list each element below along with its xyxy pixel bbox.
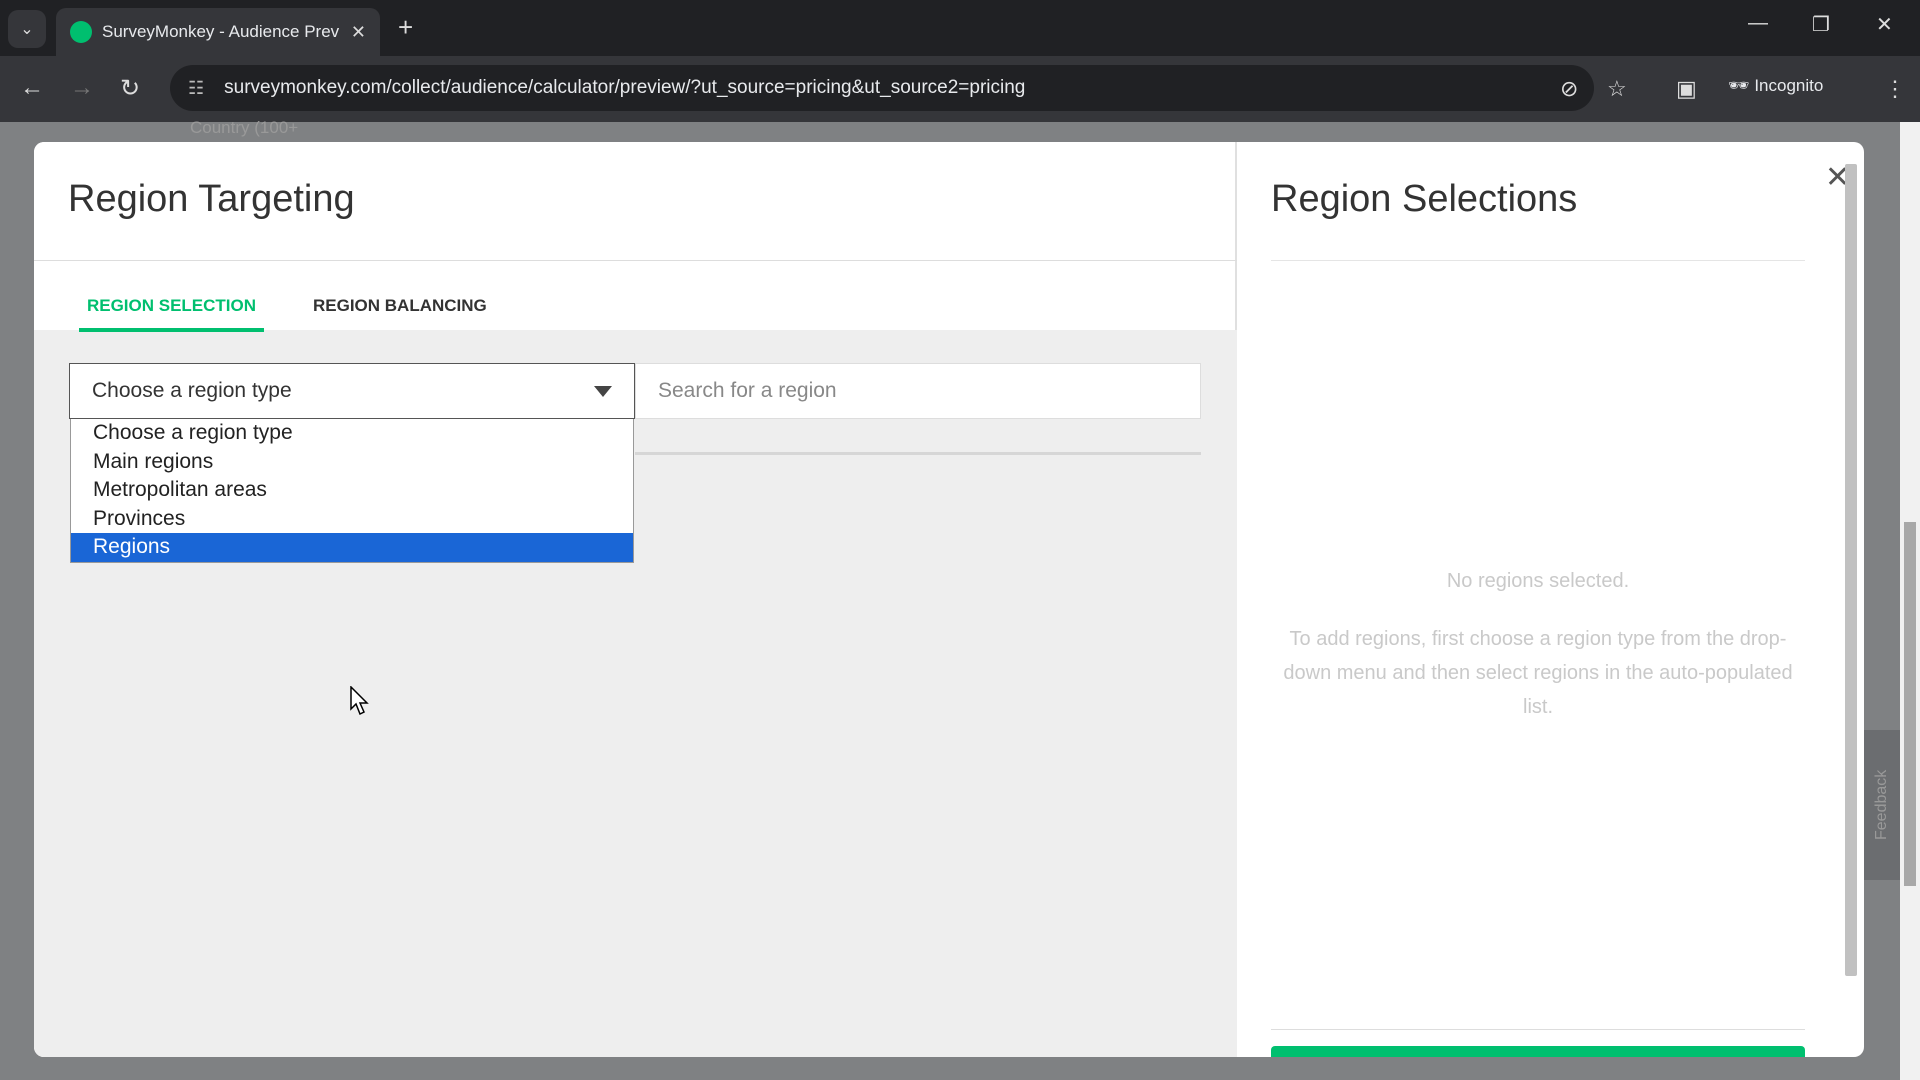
back-icon[interactable]: ← [20,74,44,102]
background-country-label: Country (100+ [190,118,299,137]
browser-menu-icon[interactable]: ⋮ [1884,76,1906,102]
option-regions[interactable]: Regions [71,533,633,562]
feedback-tab[interactable]: Feedback [1864,730,1900,880]
restore-button[interactable]: ❐ [1812,12,1830,37]
divider [1271,1029,1805,1030]
caret-down-icon [594,385,612,397]
select-value: Choose a region type [92,379,292,402]
region-targeting-panel: Region Targeting REGION SELECTION REGION… [34,142,1237,1057]
minimize-button[interactable]: — [1748,12,1768,35]
tab-region-selection[interactable]: REGION SELECTION [79,284,264,332]
modal-title: Region Targeting [68,178,355,220]
option-choose-region-type[interactable]: Choose a region type [71,419,633,448]
divider [635,452,1201,455]
surveymonkey-favicon-icon [70,21,92,43]
option-metropolitan-areas[interactable]: Metropolitan areas [71,476,633,505]
url-text: surveymonkey.com/collect/audience/calcul… [224,77,1026,98]
address-bar[interactable]: ☷ surveymonkey.com/collect/audience/calc… [170,65,1594,111]
region-targeting-modal: Region Targeting REGION SELECTION REGION… [34,142,1864,1057]
forward-icon[interactable]: → [70,74,94,102]
apply-button[interactable] [1271,1046,1805,1057]
tab-region-balancing[interactable]: REGION BALANCING [311,284,489,328]
option-main-regions[interactable]: Main regions [71,448,633,477]
side-panel-icon[interactable]: ▣ [1676,76,1697,102]
option-provinces[interactable]: Provinces [71,505,633,534]
close-tab-icon[interactable]: ✕ [351,22,366,43]
page-scrollbar[interactable] [1900,122,1920,1080]
browser-tab[interactable]: SurveyMonkey - Audience Prev ✕ [56,8,380,56]
region-selections-panel: Region Selections ✕ No regions selected.… [1271,142,1864,1057]
incognito-label: Incognito [1754,76,1824,95]
region-type-dropdown: Choose a region type Main regions Metrop… [70,419,634,563]
empty-state-help: To add regions, first choose a region ty… [1283,628,1793,718]
site-settings-icon[interactable]: ☷ [188,78,204,99]
new-tab-button[interactable]: + [398,12,413,43]
reload-icon[interactable]: ↻ [120,74,140,103]
incognito-indicator[interactable]: 🕶 Incognito [1728,76,1823,96]
incognito-icon: 🕶 [1728,76,1755,95]
selections-title: Region Selections [1271,178,1578,220]
close-window-button[interactable]: ✕ [1876,12,1893,37]
bookmark-star-icon[interactable]: ☆ [1607,76,1627,102]
modal-scrollbar[interactable] [1840,148,1860,1048]
region-type-select[interactable]: Choose a region type [69,363,635,419]
eye-off-icon[interactable]: ⊘ [1560,76,1578,102]
region-search-input[interactable] [635,363,1201,419]
tab-title: SurveyMonkey - Audience Prev [102,22,340,41]
divider [1271,260,1805,261]
mouse-cursor-icon [350,686,369,716]
empty-state-title: No regions selected. [1446,570,1630,592]
tab-search-button[interactable]: ⌄ [8,10,46,48]
divider [34,260,1237,261]
